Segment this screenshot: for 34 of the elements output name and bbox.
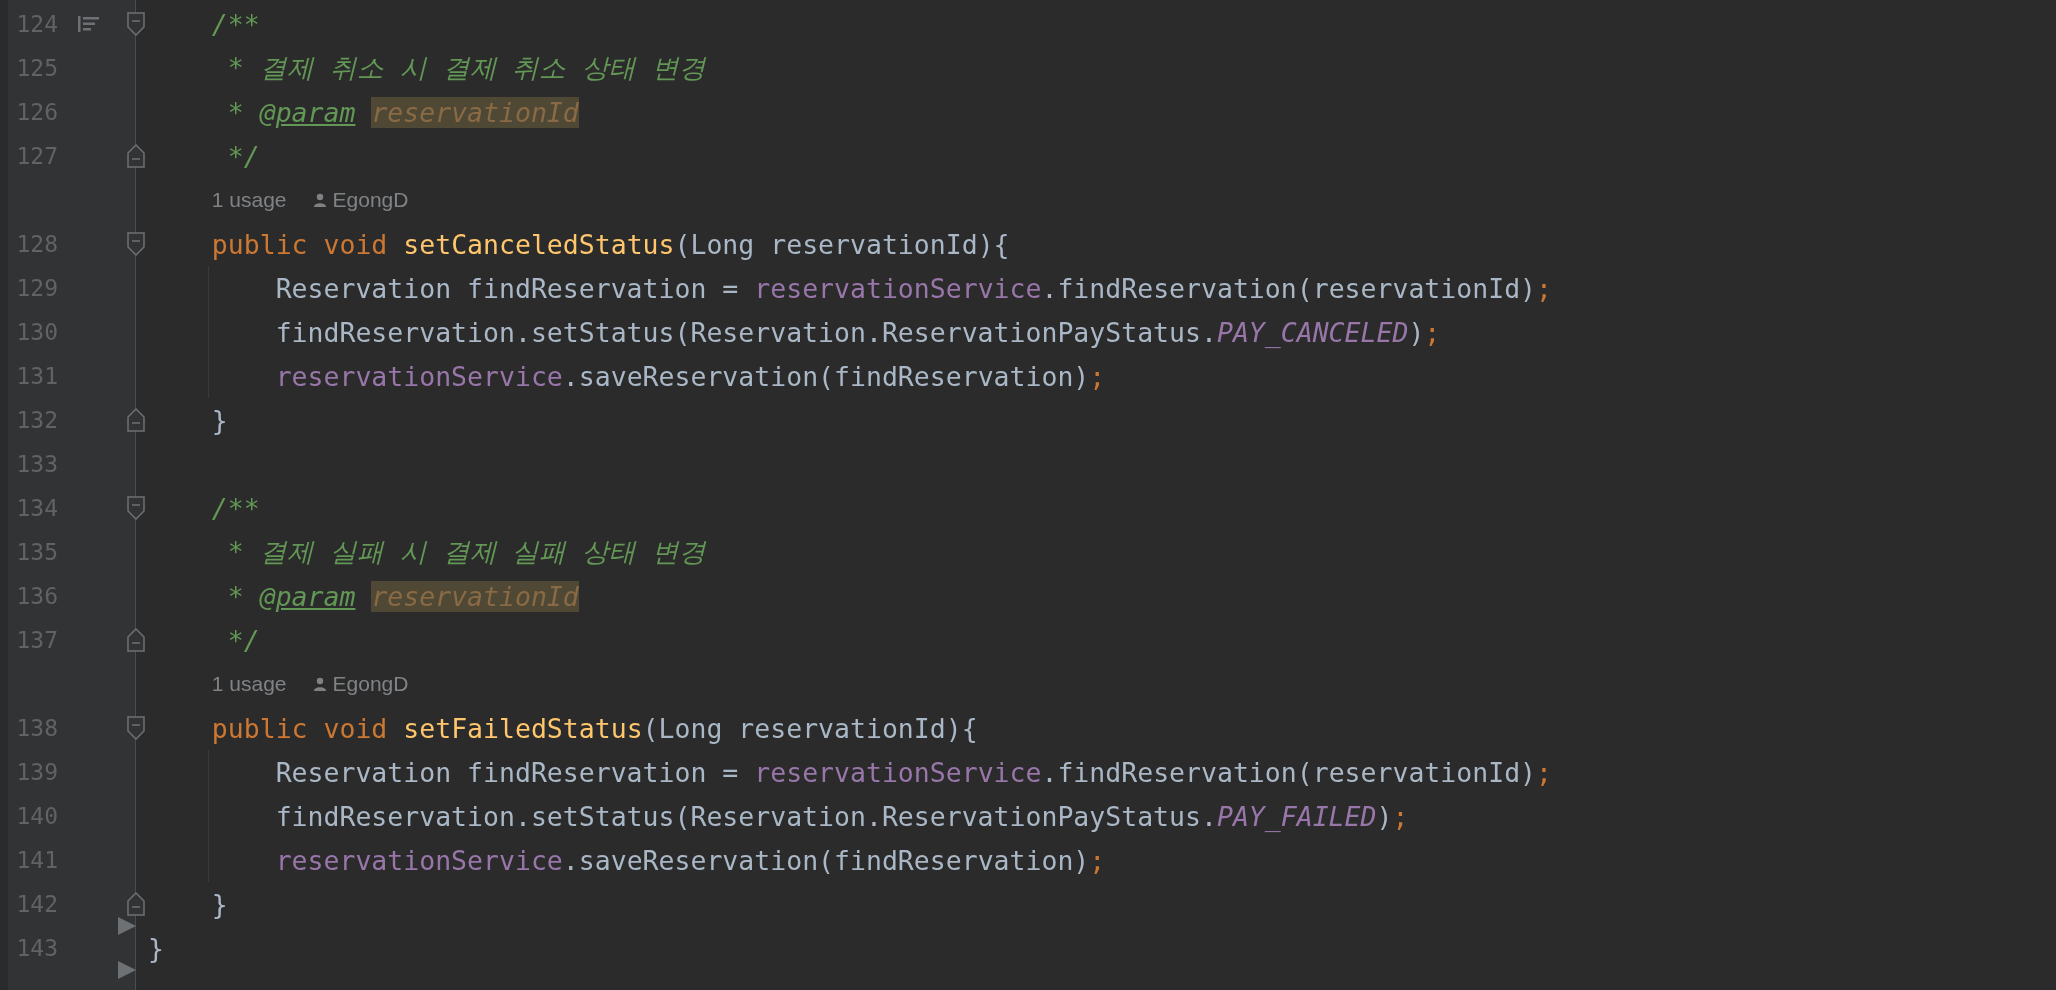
code-line: public void setCanceledStatus(Long reservationId){ bbox=[211, 228, 1010, 260]
fold-marker-icon[interactable] bbox=[127, 628, 145, 652]
code-line: findReservation.setStatus(Reservation.ReservationPayStatus.PAY_CANCELED); bbox=[275, 316, 1441, 348]
person-icon bbox=[312, 677, 327, 691]
code-line: } bbox=[211, 888, 228, 920]
code-line: * @param reservationId bbox=[227, 580, 579, 612]
code-line: * @param reservationId bbox=[227, 96, 579, 128]
code-line: reservationService.saveReservation(findReservation); bbox=[275, 844, 1106, 876]
fold-marker-icon[interactable] bbox=[127, 716, 145, 740]
code-line: /** bbox=[211, 492, 260, 524]
code-line: */ bbox=[227, 140, 260, 172]
fold-marker-icon[interactable] bbox=[127, 496, 145, 520]
code-line: /** bbox=[211, 8, 260, 40]
usages-hint[interactable]: 1 usage bbox=[211, 672, 287, 696]
person-icon bbox=[312, 193, 327, 207]
code-line: } bbox=[148, 932, 164, 964]
code-line: Reservation findReservation = reservationService.findReservation(reservationId); bbox=[275, 756, 1552, 788]
code-line: reservationService.saveReservation(findReservation); bbox=[275, 360, 1106, 392]
code-line: Reservation findReservation = reservationService.findReservation(reservationId); bbox=[275, 272, 1552, 304]
usages-hint[interactable]: 1 usage bbox=[211, 188, 287, 212]
author-hint[interactable]: EgongD bbox=[332, 188, 409, 212]
code-line: * 결제 실패 시 결제 실패 상태 변경 bbox=[227, 535, 707, 569]
author-hint[interactable]: EgongD bbox=[332, 672, 409, 696]
fold-marker-icon[interactable] bbox=[127, 144, 145, 168]
code-line: findReservation.setStatus(Reservation.ReservationPayStatus.PAY_FAILED); bbox=[275, 800, 1409, 832]
fold-marker-icon[interactable] bbox=[127, 232, 145, 256]
fold-marker-icon[interactable] bbox=[127, 12, 145, 36]
structure-icon[interactable] bbox=[78, 16, 100, 32]
fold-marker-icon[interactable] bbox=[127, 408, 145, 432]
code-line: */ bbox=[227, 624, 260, 656]
code-line: public void setFailedStatus(Long reservationId){ bbox=[211, 712, 978, 744]
code-line: * 결제 취소 시 결제 취소 상태 변경 bbox=[227, 51, 707, 85]
code-line: } bbox=[211, 404, 228, 436]
fold-marker-icon[interactable] bbox=[127, 892, 145, 916]
